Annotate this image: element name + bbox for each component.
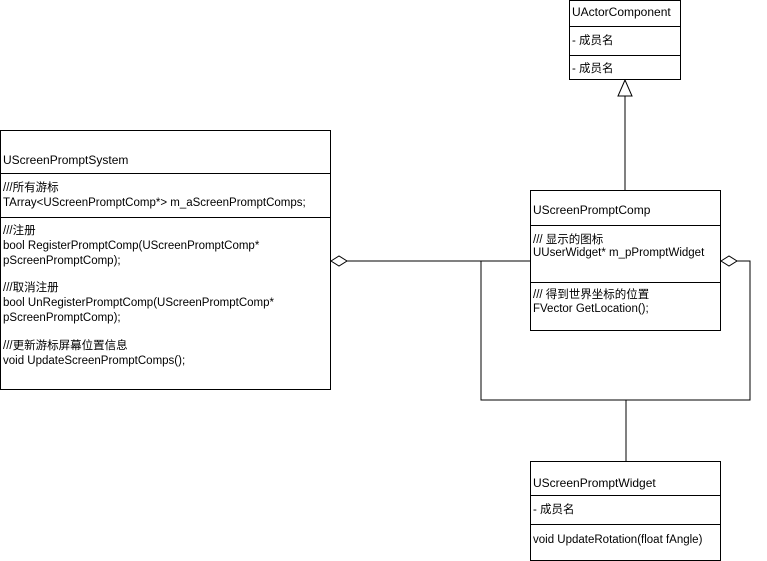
method-line: ///注册 [3, 225, 36, 237]
method-line: pScreenPromptComp); [3, 312, 121, 324]
inheritance-arrowhead [617, 78, 633, 97]
fields-section: - 成员名 [531, 495, 720, 524]
class-box-uscreenpromptwidget[interactable]: UScreenPromptWidget - 成员名 void UpdateRot… [530, 461, 721, 561]
methods-section: /// 得到世界坐标的位置 FVector GetLocation(); [531, 282, 720, 331]
field-line: ///所有游标 [3, 182, 59, 194]
field-line: - 成员名 [533, 504, 575, 516]
method-line: ///取消注册 [3, 282, 59, 294]
aggregation-diamond-comp [720, 255, 738, 267]
method-line: void UpdateScreenPromptComps(); [3, 355, 186, 367]
class-name: UScreenPromptSystem [3, 153, 129, 167]
method-line: ///更新游标屏幕位置信息 [3, 340, 128, 352]
class-box-uactorcomponent[interactable]: UActorComponent - 成员名 - 成员名 [569, 0, 681, 80]
method-line: - 成员名 [572, 63, 614, 75]
method-line: bool RegisterPromptComp(UScreenPromptCom… [3, 240, 260, 252]
aggregation-diamond-system [330, 255, 348, 267]
method-line: FVector GetLocation(); [533, 303, 649, 315]
method-line: pScreenPromptComp); [3, 255, 121, 267]
fields-section: /// 显示的图标 UUserWidget* m_pPromptWidget [531, 225, 720, 282]
method-line: void UpdateRotation(float fAngle) [533, 534, 703, 546]
fields-section: ///所有游标 TArray<UScreenPromptComp*> m_aSc… [1, 173, 330, 218]
methods-section: - 成员名 [570, 55, 680, 80]
field-line: UUserWidget* m_pPromptWidget [533, 247, 705, 259]
class-name: UScreenPromptComp [533, 203, 651, 217]
field-line: /// 显示的图标 [533, 234, 604, 246]
fields-section: - 成员名 [570, 26, 680, 55]
class-box-uscreenpromptsystem[interactable]: UScreenPromptSystem ///所有游标 TArray<UScre… [0, 130, 331, 390]
class-box-uscreenpromptcomp[interactable]: UScreenPromptComp /// 显示的图标 UUserWidget*… [530, 190, 721, 331]
methods-section: void UpdateRotation(float fAngle) [531, 524, 720, 561]
field-line: TArray<UScreenPromptComp*> m_aScreenProm… [3, 197, 306, 209]
field-line: - 成员名 [572, 35, 614, 47]
class-name: UActorComponent [572, 5, 671, 19]
class-name: UScreenPromptWidget [533, 476, 656, 490]
method-line: bool UnRegisterPromptComp(UScreenPromptC… [3, 297, 274, 309]
methods-section: ///注册 bool RegisterPromptComp(UScreenPro… [1, 217, 330, 388]
method-line: /// 得到世界坐标的位置 [533, 289, 650, 301]
